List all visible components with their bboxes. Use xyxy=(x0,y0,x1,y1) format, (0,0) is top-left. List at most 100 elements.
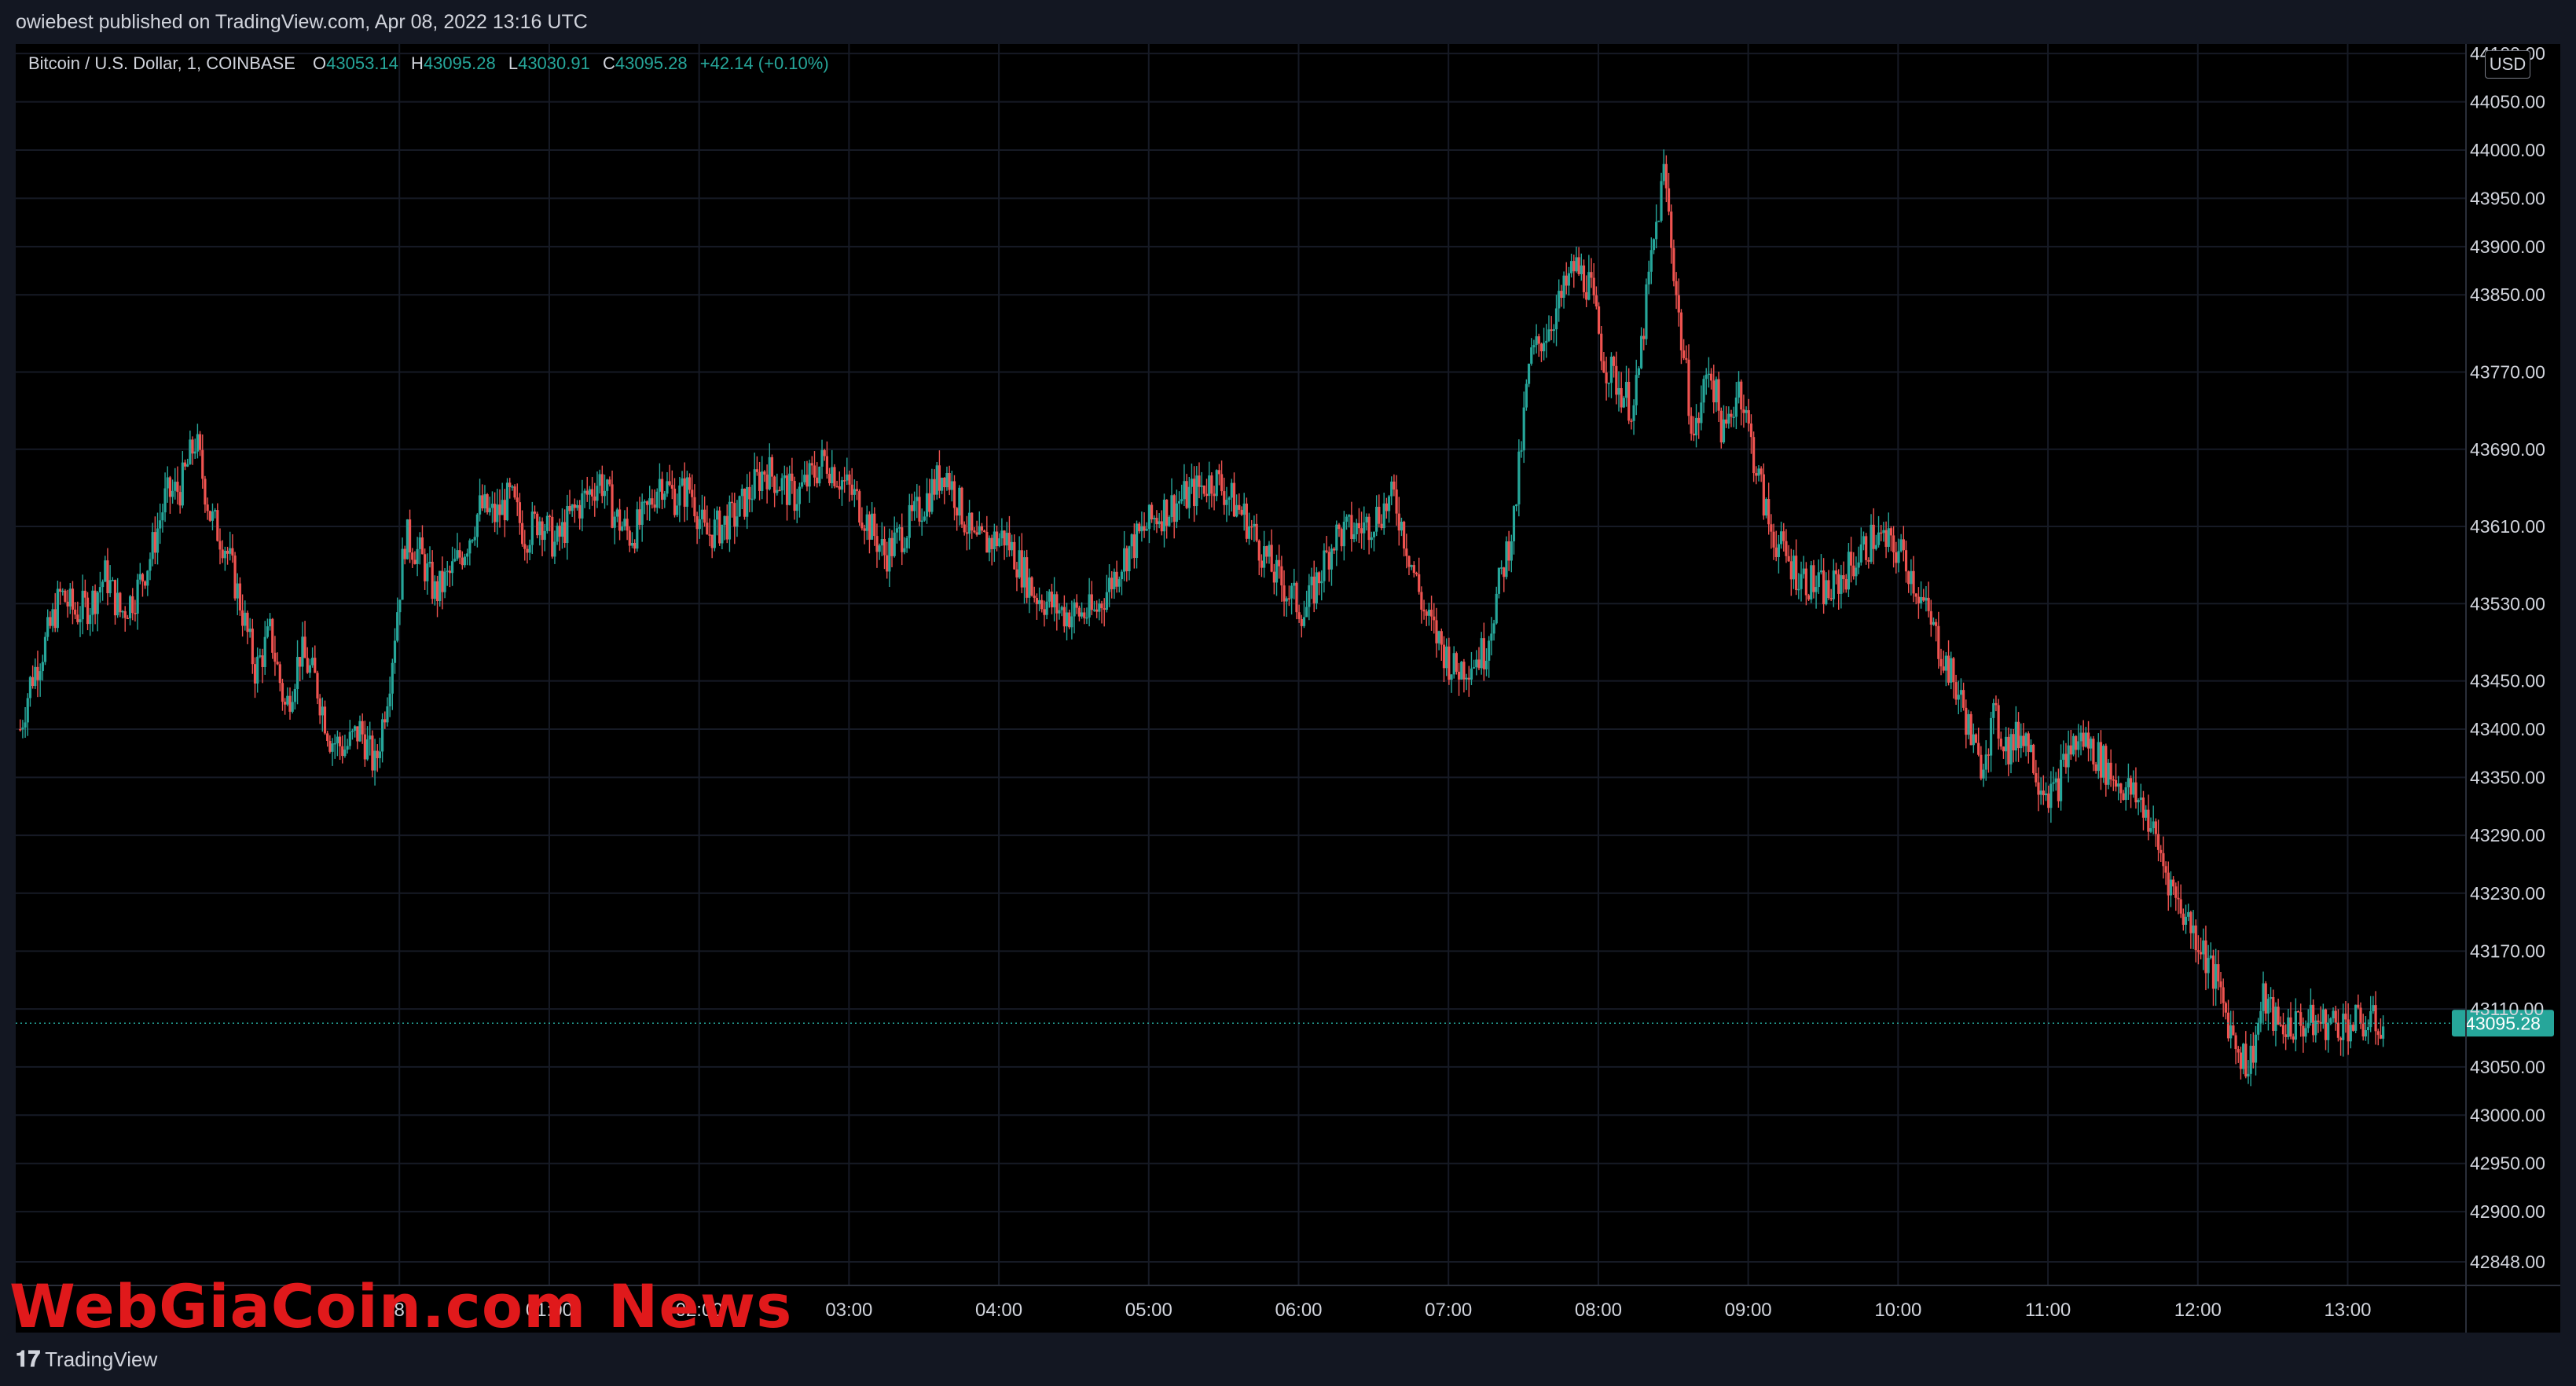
candle-body xyxy=(1165,499,1169,526)
candle-body xyxy=(2002,746,2005,752)
candle-body xyxy=(640,501,644,525)
footer-bar: 𝟏𝟕 TradingView xyxy=(0,1333,2576,1386)
candle-body xyxy=(1110,578,1114,589)
candle-body xyxy=(1712,380,1715,403)
candle-body xyxy=(835,486,838,488)
candle-body xyxy=(369,735,372,740)
candle-body xyxy=(1330,548,1334,570)
candle-body xyxy=(328,741,332,752)
candle-body xyxy=(1010,541,1014,551)
candle-body xyxy=(388,693,391,706)
candle-body xyxy=(43,636,47,662)
candle-body xyxy=(1260,560,1264,568)
candle-body xyxy=(1919,596,1923,603)
candle-body xyxy=(211,511,215,521)
candle-body xyxy=(1785,541,1788,556)
candle-body xyxy=(1385,503,1388,512)
candle-body xyxy=(439,570,442,602)
candle-body xyxy=(1777,544,1781,557)
candle-body xyxy=(1617,388,1620,395)
chart-area[interactable]: 43095.28 42848.00 42900.00 42950.00 43000.0… xyxy=(16,44,2560,1333)
candle-body xyxy=(171,490,174,497)
y-tick-label: 43050.00 xyxy=(2470,1057,2545,1077)
candle-body xyxy=(651,498,654,505)
candle-body xyxy=(311,658,314,666)
candle-body xyxy=(358,720,361,742)
candle-body xyxy=(827,474,831,484)
candle-body xyxy=(2262,983,2265,1011)
candle-body xyxy=(1290,585,1294,599)
price-chart[interactable]: 43095.28 42848.00 42900.00 42950.00 43000.0… xyxy=(16,44,2560,1333)
tradingview-logo[interactable]: 𝟏𝟕 TradingView xyxy=(16,1347,157,1373)
candle-body xyxy=(496,504,499,522)
candle-body xyxy=(2222,987,2225,1003)
candle-body xyxy=(776,490,779,493)
candle-body xyxy=(1040,600,1044,610)
candle-body xyxy=(371,735,374,771)
candle-body xyxy=(428,562,431,564)
candle-body xyxy=(1387,496,1391,512)
candle-body xyxy=(51,609,54,626)
candle-body xyxy=(1247,526,1251,539)
y-tick-label: 43290.00 xyxy=(2470,825,2545,845)
candle-body xyxy=(2354,1004,2358,1031)
candle-body xyxy=(1442,644,1446,669)
candle-body xyxy=(71,588,75,610)
price-axis[interactable]: 42848.00 42900.00 42950.00 43000.00 43050.00… xyxy=(2465,44,2545,1333)
candle-body xyxy=(1175,503,1178,522)
candle-body xyxy=(1655,222,1658,240)
candle-body xyxy=(1582,265,1586,292)
candle-body xyxy=(1704,374,1708,380)
candle-body xyxy=(2351,1025,2355,1031)
candle-body xyxy=(1022,557,1026,588)
candle-body xyxy=(585,490,589,495)
candle-body xyxy=(376,750,379,758)
candle-body xyxy=(268,618,272,627)
y-tick-label: 43450.00 xyxy=(2470,671,2545,691)
candle-body xyxy=(2232,1025,2235,1036)
candle-body xyxy=(1420,592,1423,610)
candle-body xyxy=(1372,531,1376,537)
ohlc-legend: Bitcoin / U.S. Dollar, 1, COINBASE O4305… xyxy=(28,53,837,74)
candle-body xyxy=(1757,468,1760,476)
candle-body xyxy=(403,548,406,559)
candle-body xyxy=(1530,347,1533,364)
candle-body xyxy=(1070,616,1073,628)
candle-body xyxy=(763,471,766,475)
candle-body xyxy=(2024,733,2027,746)
candle-body xyxy=(354,726,357,731)
candle-body xyxy=(126,618,129,619)
candle-body xyxy=(1437,631,1440,644)
candle-body xyxy=(74,609,77,615)
candle-body xyxy=(1635,375,1638,405)
candle-body xyxy=(1138,523,1141,532)
candle-body xyxy=(948,473,951,490)
currency-badge[interactable]: USD xyxy=(2485,50,2530,79)
candle-body xyxy=(998,538,1001,547)
candle-body xyxy=(2154,821,2157,834)
candle-body xyxy=(2289,1017,2292,1037)
candle-body xyxy=(1725,419,1728,424)
candle-body xyxy=(1522,407,1525,451)
candle-body xyxy=(1842,575,1845,580)
candle-body xyxy=(718,510,721,544)
candle-body xyxy=(536,513,539,536)
candle-body xyxy=(411,552,414,560)
candle-body xyxy=(1722,419,1726,443)
candle-body xyxy=(1198,475,1201,487)
candle-body xyxy=(1215,470,1218,497)
candle-body xyxy=(1352,534,1356,540)
candle-body xyxy=(1183,481,1186,500)
candle-body xyxy=(653,504,656,508)
candle-body xyxy=(435,581,439,602)
candle-body xyxy=(2292,1036,2295,1040)
candle-body xyxy=(123,610,127,618)
candle-body xyxy=(1200,485,1203,487)
candle-body xyxy=(2104,746,2108,785)
candle-body xyxy=(1350,515,1353,540)
symbol-label[interactable]: Bitcoin / U.S. Dollar, 1, COINBASE xyxy=(28,53,295,73)
candle-body xyxy=(897,527,901,529)
candle-body xyxy=(1737,381,1741,398)
candle-body xyxy=(1172,495,1176,522)
candle-body xyxy=(111,580,114,581)
